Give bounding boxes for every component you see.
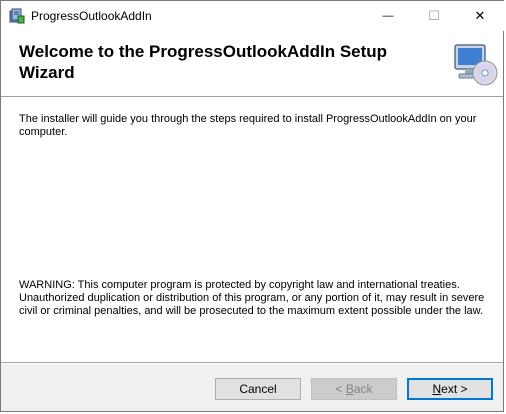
title-bar[interactable]: ProgressOutlookAddIn — ☐ ✕ bbox=[1, 1, 505, 31]
close-icon: ✕ bbox=[474, 8, 486, 23]
minimize-button[interactable]: — bbox=[365, 1, 411, 31]
cancel-button-label: Cancel bbox=[239, 382, 277, 396]
back-button[interactable]: < Back bbox=[311, 378, 397, 400]
wizard-footer: Cancel < Back Next > bbox=[1, 364, 503, 411]
minimize-icon: — bbox=[382, 10, 394, 22]
intro-text: The installer will guide you through the… bbox=[19, 113, 477, 138]
back-button-prefix: < bbox=[335, 382, 346, 396]
installer-app-icon bbox=[9, 8, 25, 24]
window-title: ProgressOutlookAddIn bbox=[31, 9, 152, 23]
setup-wizard-window: ProgressOutlookAddIn — ☐ ✕ Welcome to th… bbox=[0, 0, 505, 412]
wizard-title: Welcome to the ProgressOutlookAddIn Setu… bbox=[19, 42, 388, 82]
computer-cd-icon bbox=[454, 44, 498, 86]
next-button-accelerator: N bbox=[432, 382, 442, 396]
close-button[interactable]: ✕ bbox=[457, 1, 503, 31]
cancel-button[interactable]: Cancel bbox=[215, 378, 301, 400]
back-button-label-rest: ack bbox=[353, 382, 373, 396]
wizard-body: The installer will guide you through the… bbox=[1, 97, 503, 362]
back-button-accelerator: B bbox=[345, 382, 354, 396]
next-button-label-rest: ext > bbox=[441, 382, 468, 396]
maximize-button[interactable]: ☐ bbox=[411, 1, 457, 31]
maximize-icon: ☐ bbox=[428, 8, 440, 23]
wizard-header-banner: Welcome to the ProgressOutlookAddIn Setu… bbox=[1, 31, 503, 97]
next-button[interactable]: Next > bbox=[407, 378, 493, 400]
copyright-warning: WARNING: This computer program is protec… bbox=[19, 279, 485, 317]
